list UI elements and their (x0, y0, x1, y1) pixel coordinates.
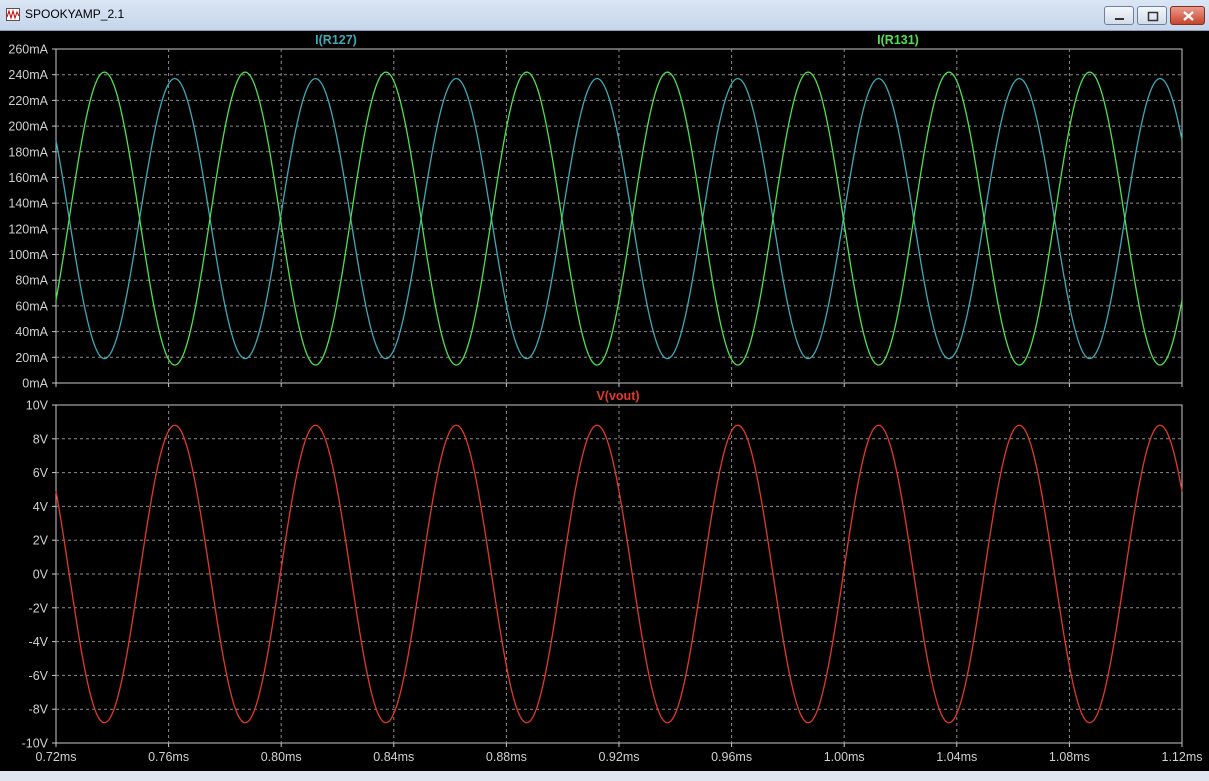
x-tick-label: 0.72ms (36, 750, 77, 764)
x-tick-label: 0.92ms (599, 750, 640, 764)
y-tick-label: 160mA (8, 171, 48, 185)
y-tick-label: 220mA (8, 94, 48, 108)
x-tick-label: 0.84ms (373, 750, 414, 764)
waveform-app-icon (6, 8, 20, 21)
plot-pane-1: 0mA 20mA 40mA 60mA 80mA 100mA 120mA 140mA 160mA 1… (8, 33, 1183, 391)
x-tick-label: 1.04ms (936, 750, 977, 764)
x-tick-label: 0.96ms (711, 750, 752, 764)
y-tick-label: 200mA (8, 120, 48, 134)
y-tick-label: 80mA (15, 274, 48, 288)
y-tick-label: 2V (33, 534, 49, 548)
window-title: SPOOKYAMP_2.1 (25, 7, 125, 21)
close-button[interactable] (1170, 6, 1205, 25)
minimize-button[interactable] (1104, 6, 1134, 25)
y-tick-label: 4V (33, 500, 49, 514)
y-tick-label: 0mA (22, 377, 48, 391)
minimize-icon (1115, 18, 1124, 20)
plot-pane-2: -10V -8V -6V -4V -2V 0V 2V 4V 6V 8V 10V 0.72ms 0.76m… (22, 389, 1203, 764)
y-tick-label: -4V (29, 635, 49, 649)
y-tick-label: -8V (29, 703, 49, 717)
y-tick-label: -2V (29, 601, 49, 615)
x-tick-label: 1.12ms (1162, 750, 1203, 764)
waveform-viewer: 0mA 20mA 40mA 60mA 80mA 100mA 120mA 140mA 160mA 1… (0, 31, 1209, 781)
maximize-icon (1147, 11, 1159, 22)
y-tick-label: 8V (33, 432, 49, 446)
waveform-plot[interactable]: 0mA 20mA 40mA 60mA 80mA 100mA 120mA 140mA 160mA 1… (0, 31, 1209, 781)
maximize-button[interactable] (1137, 6, 1167, 25)
status-strip (0, 771, 1209, 781)
y-tick-label: 260mA (8, 43, 48, 57)
y-tick-label: 180mA (8, 145, 48, 159)
x-tick-label: 0.76ms (148, 750, 189, 764)
y-tick-label: 100mA (8, 248, 48, 262)
y-tick-label: 6V (33, 466, 49, 480)
series-label: I(R131) (877, 33, 919, 47)
y-tick-label: 20mA (15, 351, 48, 365)
x-tick-label: 1.00ms (824, 750, 865, 764)
series-label: V(vout) (596, 389, 639, 403)
series-label: I(R127) (315, 33, 357, 47)
y-tick-label: 60mA (15, 299, 48, 313)
y-tick-label: 0V (33, 568, 49, 582)
x-tick-label: 0.88ms (486, 750, 527, 764)
y-tick-label: 140mA (8, 197, 48, 211)
y-tick-label: -6V (29, 669, 49, 683)
x-tick-label: 0.80ms (261, 750, 302, 764)
y-tick-label: 240mA (8, 68, 48, 82)
close-icon (1183, 11, 1194, 21)
y-tick-label: 40mA (15, 325, 48, 339)
y-tick-label: 10V (26, 399, 49, 413)
window-titlebar: SPOOKYAMP_2.1 (0, 0, 1209, 31)
y-tick-label: -10V (22, 737, 49, 751)
x-tick-label: 1.08ms (1049, 750, 1090, 764)
y-tick-label: 120mA (8, 222, 48, 236)
